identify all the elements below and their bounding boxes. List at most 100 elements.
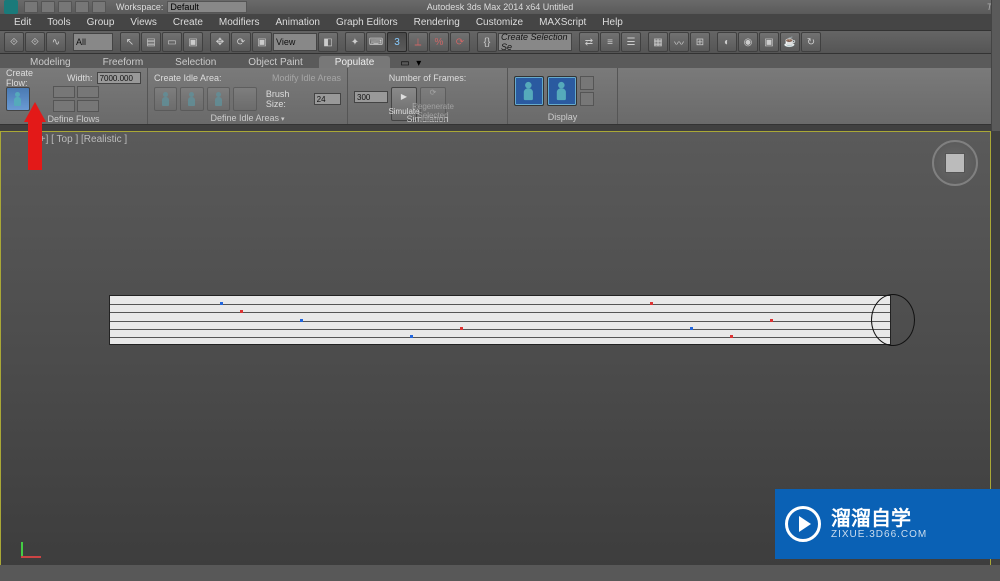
qat-redo-icon[interactable] [92,1,106,13]
qat-open-icon[interactable] [41,1,55,13]
ribbon-dropdown-icon[interactable]: ▾ [416,58,428,68]
qat-save-icon[interactable] [58,1,72,13]
watermark-text: 溜溜自学 [831,509,927,529]
menu-graph-editors[interactable]: Graph Editors [328,16,406,29]
link-icon[interactable]: ⟐ [4,32,24,52]
app-icon[interactable] [4,0,18,14]
idle-tool-3-icon[interactable] [207,87,230,111]
idle-tool-4-icon[interactable] [233,87,256,111]
display-tool-b-icon[interactable] [580,92,594,106]
render-iterative-icon[interactable]: ↻ [801,32,821,52]
flow-tool-b-icon[interactable] [77,86,99,98]
flow-tool-c-icon[interactable] [53,100,75,112]
frames-spinner[interactable]: 300 [354,91,388,103]
brush-size-label: Brush Size: [266,89,311,109]
menu-tools[interactable]: Tools [39,16,78,29]
watermark-url: ZIXUE.3D66.COM [831,529,927,540]
bind-spacewarp-icon[interactable]: ∿ [46,32,66,52]
ribbon-minimize-icon[interactable]: ▭ [400,58,412,68]
brush-size-spinner[interactable]: 24 [314,93,341,105]
qat-undo-icon[interactable] [75,1,89,13]
qat-new-icon[interactable] [24,1,38,13]
simulate-icon: ▶ [396,92,412,106]
render-frame-icon[interactable]: ▣ [759,32,779,52]
curve-editor-icon[interactable]: 〰 [669,32,689,52]
window-title: Autodesk 3ds Max 2014 x64 Untitled [427,2,574,12]
percent-snap-icon[interactable]: % [429,32,449,52]
viewport-label[interactable]: [+] [ Top ] [Realistic ] [37,134,127,145]
ribbon-panel: Create Flow: Width: 7000.000 Define Flow… [0,68,1000,125]
menu-customize[interactable]: Customize [468,16,531,29]
render-setup-icon[interactable]: ◉ [738,32,758,52]
menu-views[interactable]: Views [122,16,165,29]
tab-freeform[interactable]: Freeform [87,56,160,68]
viewcube[interactable] [932,140,978,186]
angle-snap-icon[interactable]: ⟂ [408,32,428,52]
select-object-icon[interactable]: ↖ [120,32,140,52]
viewcube-top-face[interactable] [945,153,965,173]
num-frames-label: Number of Frames: [389,74,467,83]
display-tool-a-icon[interactable] [580,76,594,90]
render-icon[interactable]: ☕ [780,32,800,52]
unlink-icon[interactable]: ⟐ [25,32,45,52]
selection-filter-dropdown[interactable]: All [73,33,113,51]
menu-rendering[interactable]: Rendering [406,16,468,29]
regenerate-button[interactable]: ⟳ Regenerate Selected [420,87,446,121]
command-panel[interactable] [991,0,1000,131]
named-selection-dropdown[interactable]: Create Selection Se [498,33,572,51]
populate-flow-object[interactable] [109,295,915,345]
workspace-selector: Workspace: [116,1,247,13]
menu-create[interactable]: Create [165,16,211,29]
idle-tool-1-icon[interactable] [154,87,177,111]
reference-coord-dropdown[interactable]: View [273,33,317,51]
align-icon[interactable]: ≡ [600,32,620,52]
keyboard-shortcut-icon[interactable]: ⌨ [366,32,386,52]
pivot-icon[interactable]: ◧ [318,32,338,52]
quick-access-toolbar [24,1,106,13]
panel-simulation: Number of Frames: 300 ▶ Simulate ⟳ Regen… [348,68,508,124]
layer-manager-icon[interactable]: ☰ [621,32,641,52]
idle-tool-2-icon[interactable] [180,87,203,111]
play-icon [785,506,821,542]
display-skin-button[interactable] [547,76,577,106]
menu-help[interactable]: Help [594,16,631,29]
manipulate-icon[interactable]: ✦ [345,32,365,52]
menu-modifiers[interactable]: Modifiers [211,16,268,29]
schematic-view-icon[interactable]: ⊞ [690,32,710,52]
watermark-banner: 溜溜自学 ZIXUE.3D66.COM [775,489,1000,559]
tab-selection[interactable]: Selection [159,56,232,68]
edit-named-sel-icon[interactable]: {} [477,32,497,52]
ribbon-tab-strip: Modeling Freeform Selection Object Paint… [0,54,1000,68]
rotate-icon[interactable]: ⟳ [231,32,251,52]
workspace-label: Workspace: [116,2,163,12]
rect-region-icon[interactable]: ▭ [162,32,182,52]
window-crossing-icon[interactable]: ▣ [183,32,203,52]
menu-maxscript[interactable]: MAXScript [531,16,594,29]
flow-tool-a-icon[interactable] [53,86,75,98]
snap-toggle-icon[interactable]: 3 [387,32,407,52]
graphite-toggle-icon[interactable]: ▦ [648,32,668,52]
panel-display: Display [508,68,618,124]
regenerate-icon: ⟳ [425,88,441,101]
menu-group[interactable]: Group [79,16,123,29]
workspace-dropdown[interactable] [167,1,247,13]
display-textured-button[interactable] [514,76,544,106]
spinner-snap-icon[interactable]: ⟳ [450,32,470,52]
width-spinner[interactable]: 7000.000 [97,72,141,84]
tab-modeling[interactable]: Modeling [14,56,87,68]
scale-icon[interactable]: ▣ [252,32,272,52]
panel-title-idle[interactable]: Define Idle Areas [154,113,341,123]
flow-end-ellipse [871,294,915,346]
menu-animation[interactable]: Animation [267,16,327,29]
move-icon[interactable]: ✥ [210,32,230,52]
mirror-icon[interactable]: ⇄ [579,32,599,52]
tab-object-paint[interactable]: Object Paint [232,56,318,68]
select-by-name-icon[interactable]: ▤ [141,32,161,52]
tab-populate[interactable]: Populate [319,56,390,68]
create-idle-label: Create Idle Area: [154,73,222,83]
modify-idle-label: Modify Idle Areas [272,74,341,83]
material-editor-icon[interactable]: ◐ [717,32,737,52]
main-toolbar: ⟐ ⟐ ∿ All ↖ ▤ ▭ ▣ ✥ ⟳ ▣ View ◧ ✦ ⌨ 3 ⟂ %… [0,30,1000,54]
flow-tool-d-icon[interactable] [77,100,99,112]
menu-edit[interactable]: Edit [6,16,39,29]
